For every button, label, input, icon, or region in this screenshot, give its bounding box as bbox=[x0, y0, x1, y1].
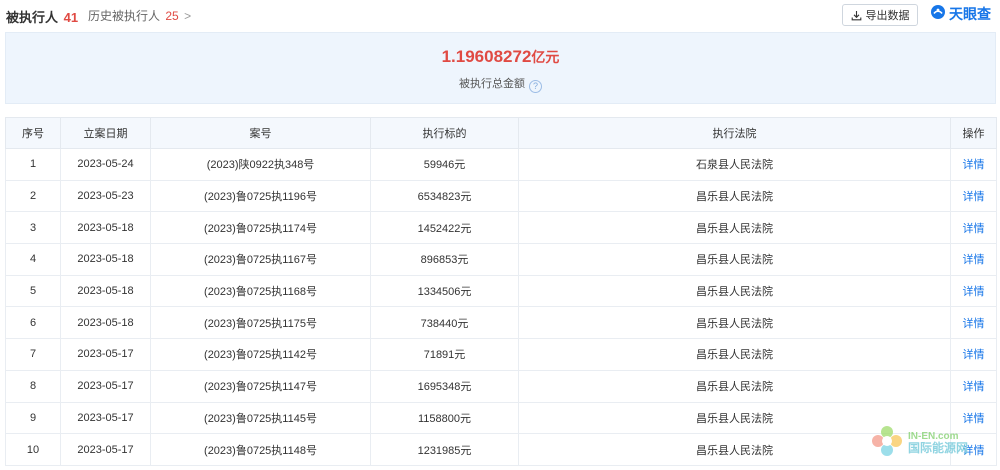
cell-filing-date: 2023-05-17 bbox=[60, 433, 151, 466]
details-link[interactable]: 详情 bbox=[950, 338, 997, 371]
cell-index: 3 bbox=[5, 211, 61, 245]
tianyancha-logo-icon bbox=[930, 4, 946, 25]
download-icon bbox=[851, 10, 862, 21]
cell-case-number: (2023)鲁0725执1142号 bbox=[150, 338, 371, 371]
total-amount-label: 被执行总金额? bbox=[6, 75, 995, 93]
cell-court: 昌乐县人民法院 bbox=[518, 243, 951, 276]
watermark-line2: 国际能源网 bbox=[908, 440, 969, 455]
table-row: 5 2023-05-18 (2023)鲁0725执1168号 1334506元 … bbox=[5, 274, 997, 308]
tab-history-count: 25 bbox=[165, 9, 179, 23]
cell-filing-date: 2023-05-24 bbox=[60, 148, 151, 181]
details-link[interactable]: 详情 bbox=[950, 274, 997, 308]
table-header-row: 序号 立案日期 案号 执行标的 执行法院 操作 bbox=[5, 117, 997, 149]
cell-index: 10 bbox=[5, 433, 61, 466]
table-row: 4 2023-05-18 (2023)鲁0725执1167号 896853元 昌… bbox=[5, 243, 997, 276]
cell-enforcement-amount: 1695348元 bbox=[370, 369, 519, 403]
table-row: 10 2023-05-17 (2023)鲁0725执1148号 1231985元… bbox=[5, 433, 997, 466]
cell-court: 石泉县人民法院 bbox=[518, 148, 951, 181]
table-row: 3 2023-05-18 (2023)鲁0725执1174号 1452422元 … bbox=[5, 211, 997, 245]
cell-case-number: (2023)鲁0725执1145号 bbox=[150, 401, 371, 435]
column-header-enforcement-amount: 执行标的 bbox=[370, 117, 519, 149]
cell-case-number: (2023)鲁0725执1196号 bbox=[150, 179, 371, 213]
cell-filing-date: 2023-05-23 bbox=[60, 179, 151, 213]
flower-logo-icon bbox=[870, 424, 904, 463]
cell-case-number: (2023)鲁0725执1147号 bbox=[150, 369, 371, 403]
cell-index: 6 bbox=[5, 306, 61, 340]
cell-filing-date: 2023-05-18 bbox=[60, 243, 151, 276]
cell-index: 4 bbox=[5, 243, 61, 276]
export-data-label: 导出数据 bbox=[865, 10, 910, 22]
top-bar: 被执行人 41 历史被执行人 25 > 导出数据 天眼查 bbox=[0, 0, 1000, 30]
total-amount-unit: 亿元 bbox=[531, 49, 560, 65]
cell-case-number: (2023)陕0922执348号 bbox=[150, 148, 371, 181]
total-amount-caption: 被执行总金额 bbox=[459, 78, 525, 90]
table-row: 7 2023-05-17 (2023)鲁0725执1142号 71891元 昌乐… bbox=[5, 338, 997, 371]
table-row: 8 2023-05-17 (2023)鲁0725执1147号 1695348元 … bbox=[5, 369, 997, 403]
cell-index: 5 bbox=[5, 274, 61, 308]
cell-filing-date: 2023-05-17 bbox=[60, 369, 151, 403]
cell-enforcement-amount: 71891元 bbox=[370, 338, 519, 371]
details-link[interactable]: 详情 bbox=[950, 369, 997, 403]
tab-judgment-debtor[interactable]: 被执行人 41 bbox=[6, 7, 78, 26]
cell-court: 昌乐县人民法院 bbox=[518, 211, 951, 245]
cell-case-number: (2023)鲁0725执1148号 bbox=[150, 433, 371, 466]
chevron-right-icon: > bbox=[184, 9, 192, 23]
cell-case-number: (2023)鲁0725执1175号 bbox=[150, 306, 371, 340]
details-link[interactable]: 详情 bbox=[950, 243, 997, 276]
cell-filing-date: 2023-05-18 bbox=[60, 306, 151, 340]
details-link[interactable]: 详情 bbox=[950, 211, 997, 245]
table-row: 9 2023-05-17 (2023)鲁0725执1145号 1158800元 … bbox=[5, 401, 997, 435]
cell-filing-date: 2023-05-17 bbox=[60, 401, 151, 435]
column-header-filing-date: 立案日期 bbox=[60, 117, 151, 149]
tab-judgment-debtor-label: 被执行人 bbox=[6, 10, 59, 25]
table-row: 2 2023-05-23 (2023)鲁0725执1196号 6534823元 … bbox=[5, 179, 997, 213]
brand-logo: 天眼查 bbox=[930, 4, 991, 24]
column-header-case-number: 案号 bbox=[150, 117, 371, 149]
column-header-court: 执行法院 bbox=[518, 117, 951, 149]
cell-court: 昌乐县人民法院 bbox=[518, 306, 951, 340]
export-data-button[interactable]: 导出数据 bbox=[842, 4, 918, 26]
details-link[interactable]: 详情 bbox=[950, 306, 997, 340]
cell-enforcement-amount: 1158800元 bbox=[370, 401, 519, 435]
cell-enforcement-amount: 1231985元 bbox=[370, 433, 519, 466]
column-header-index: 序号 bbox=[5, 117, 61, 149]
tab-judgment-debtor-count: 41 bbox=[63, 10, 79, 25]
cell-enforcement-amount: 6534823元 bbox=[370, 179, 519, 213]
brand-name: 天眼查 bbox=[949, 6, 991, 22]
cell-enforcement-amount: 1452422元 bbox=[370, 211, 519, 245]
cell-court: 昌乐县人民法院 bbox=[518, 338, 951, 371]
watermark: IN-EN.com 国际能源网 bbox=[870, 418, 998, 468]
cell-index: 7 bbox=[5, 338, 61, 371]
cell-filing-date: 2023-05-17 bbox=[60, 338, 151, 371]
column-header-action: 操作 bbox=[950, 117, 997, 149]
total-amount-number: 1.19608272 bbox=[441, 47, 532, 66]
tab-historical-judgment-debtor[interactable]: 历史被执行人 25 > bbox=[88, 7, 191, 24]
table-row: 1 2023-05-24 (2023)陕0922执348号 59946元 石泉县… bbox=[5, 148, 997, 181]
cell-enforcement-amount: 896853元 bbox=[370, 243, 519, 276]
details-link[interactable]: 详情 bbox=[950, 148, 997, 181]
cell-court: 昌乐县人民法院 bbox=[518, 369, 951, 403]
total-amount-summary: 1.19608272亿元 被执行总金额? bbox=[5, 32, 996, 104]
cell-index: 1 bbox=[5, 148, 61, 181]
cell-case-number: (2023)鲁0725执1174号 bbox=[150, 211, 371, 245]
table-row: 6 2023-05-18 (2023)鲁0725执1175号 738440元 昌… bbox=[5, 306, 997, 340]
cell-index: 8 bbox=[5, 369, 61, 403]
cell-court: 昌乐县人民法院 bbox=[518, 179, 951, 213]
cell-index: 9 bbox=[5, 401, 61, 435]
cell-filing-date: 2023-05-18 bbox=[60, 211, 151, 245]
cell-case-number: (2023)鲁0725执1168号 bbox=[150, 274, 371, 308]
tab-history-label: 历史被执行人 bbox=[88, 9, 161, 23]
cell-enforcement-amount: 738440元 bbox=[370, 306, 519, 340]
cell-case-number: (2023)鲁0725执1167号 bbox=[150, 243, 371, 276]
total-amount-value: 1.19608272亿元 bbox=[6, 47, 995, 67]
enforcement-cases-table: 序号 立案日期 案号 执行标的 执行法院 操作 1 2023-05-24 (20… bbox=[5, 117, 997, 466]
cell-enforcement-amount: 59946元 bbox=[370, 148, 519, 181]
details-link[interactable]: 详情 bbox=[950, 179, 997, 213]
cell-court: 昌乐县人民法院 bbox=[518, 274, 951, 308]
cell-index: 2 bbox=[5, 179, 61, 213]
cell-filing-date: 2023-05-18 bbox=[60, 274, 151, 308]
help-icon[interactable]: ? bbox=[529, 80, 542, 93]
cell-enforcement-amount: 1334506元 bbox=[370, 274, 519, 308]
